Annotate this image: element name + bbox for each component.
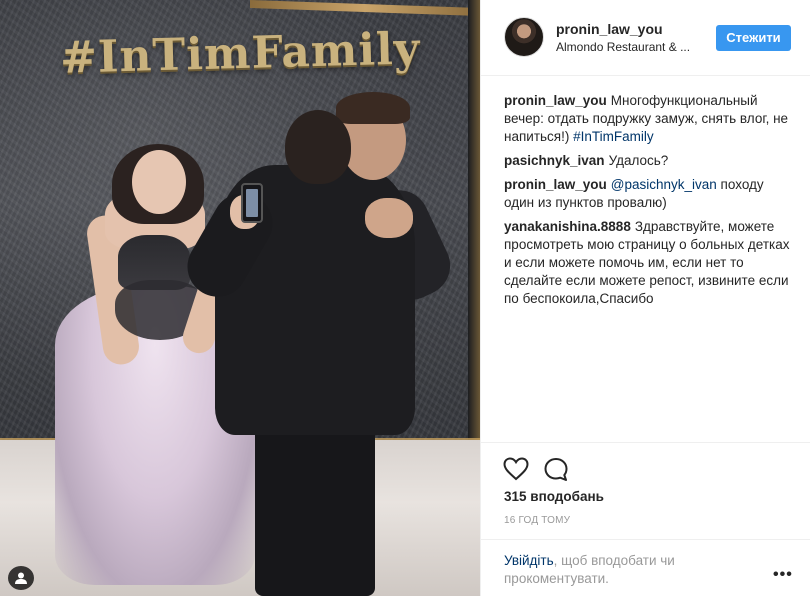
comment-author-link[interactable]: pronin_law_you [504,93,607,108]
photo-sign-text: #InTimFamily [59,23,421,84]
likes-count[interactable]: 315 вподобань [504,489,604,504]
photo-phone [241,183,263,223]
photo-man-legs [255,420,375,596]
post-timestamp[interactable]: 16 год тому [504,515,570,526]
login-text: Увійдіть, щоб вподобати чи прокоментуват… [504,552,754,588]
location-link[interactable]: Almondo Restaurant & ... [556,40,696,54]
photo-man-head [285,110,351,184]
post-actions: 315 вподобань 16 год тому Увійдіть, щоб … [481,442,810,596]
login-link[interactable]: Увійдіть [504,553,554,568]
heart-icon[interactable] [503,457,529,481]
photo-woman-face [132,150,186,214]
comment-author-link[interactable]: pronin_law_you [504,177,607,192]
comment-icon[interactable] [543,457,569,483]
avatar[interactable] [504,17,544,57]
user-tag-glyph [15,572,27,584]
post-photo[interactable]: #InTimFamily [0,0,480,596]
username-link[interactable]: pronin_law_you [556,21,663,37]
comment-item: yanakanishina.8888 Здравствуйте, можете п… [504,218,794,308]
photo-phone-screen [246,189,258,217]
more-options-icon[interactable]: ••• [773,566,793,584]
login-prompt: Увійдіть, щоб вподобати чи прокоментуват… [481,539,810,596]
photo-wall-edge [468,0,480,450]
comment-text: Удалось? [608,153,669,168]
post-header: pronin_law_you Almondo Restaurant & ... … [481,0,810,76]
comment-author-link[interactable]: pasichnyk_ivan [504,153,605,168]
photo-hand [365,198,413,238]
follow-button[interactable]: Стежити [716,25,791,51]
photo-man2-hair [336,92,410,124]
comment-item: pasichnyk_ivan Удалось? [504,152,794,170]
hashtag-link[interactable]: #InTimFamily [573,129,654,144]
post-side-panel: pronin_law_you Almondo Restaurant & ... … [480,0,810,596]
heart-glyph [503,457,529,481]
comment-caption: pronin_law_you Многофункциональный вечер:… [504,92,794,146]
comments-list: pronin_law_you Многофункциональный вечер:… [504,92,794,314]
user-tag-icon[interactable] [8,566,34,590]
comment-glyph [544,458,568,481]
mention-link[interactable]: @pasichnyk_ivan [611,177,717,192]
comment-item: pronin_law_you @pasichnyk_ivan походу оди… [504,176,794,212]
comment-author-link[interactable]: yanakanishina.8888 [504,219,631,234]
